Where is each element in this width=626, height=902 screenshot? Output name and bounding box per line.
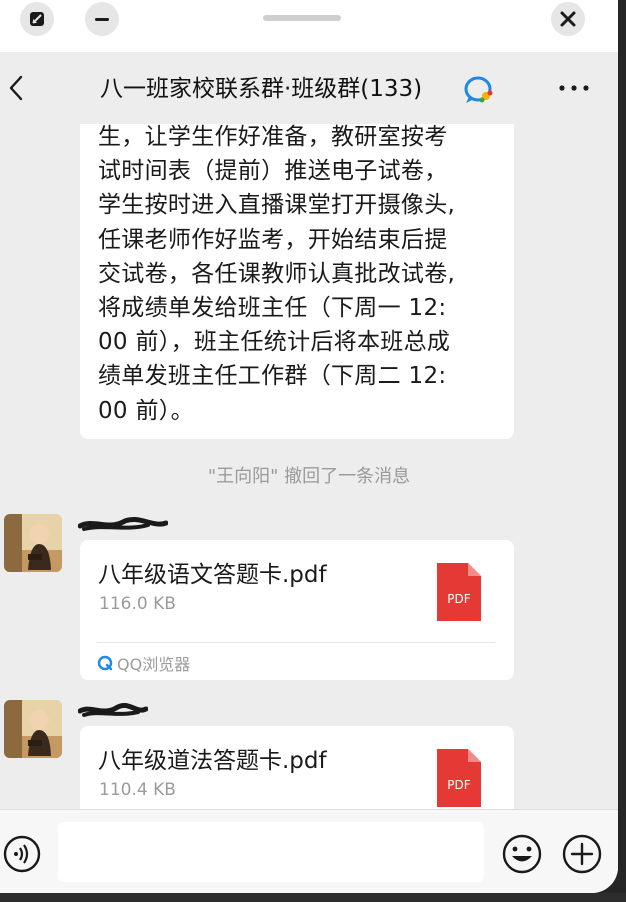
pdf-file-icon: PDF [437, 563, 481, 621]
emoji-icon [502, 834, 542, 874]
message-line: 将成绩单发给班主任（下周一 12: [98, 294, 447, 321]
avatar-image [4, 514, 62, 572]
more-dots-icon [559, 85, 589, 91]
message-line: 00 前），班主任统计后将本班总成 [98, 329, 451, 356]
input-bar [0, 809, 618, 893]
group-chat-icon[interactable] [463, 75, 495, 105]
minimize-button[interactable] [85, 2, 119, 36]
floating-window-icon [30, 12, 44, 26]
chevron-left-icon [9, 75, 23, 101]
drag-handle[interactable] [263, 15, 341, 21]
plus-icon [562, 834, 602, 874]
message-text: 生，让学生作好准备，教研室按考 试时间表（提前）推送电子试卷， 学生按时进入直播课堂… [98, 124, 455, 428]
background-strip [0, 893, 626, 902]
svg-text:PDF: PDF [447, 592, 470, 606]
file-size: 116.0 KB [99, 594, 176, 614]
message-list[interactable]: 生，让学生作好准备，教研室按考 试时间表（提前）推送电子试卷， 学生按时进入直播课堂… [0, 124, 618, 809]
chat-title: 八一班家校联系群·班级群(133) [100, 76, 423, 102]
message-line: 交试卷，各任课教师认真批改试卷, [98, 260, 456, 287]
pdf-file-icon: PDF [437, 749, 481, 807]
message-line: 绩单发班主任工作群（下周二 12: [98, 363, 447, 390]
source-label: QQ浏览器 [117, 655, 191, 674]
voice-icon [3, 835, 41, 873]
floating-window-button[interactable] [20, 2, 54, 36]
message-line: 学生按时进入直播课堂打开摄像头, [98, 192, 456, 219]
file-message-card[interactable]: 八年级道法答题卡.pdf 110.4 KB PDF [80, 726, 514, 809]
message-line: 任课老师作好监考，开始结束后提 [98, 226, 448, 253]
more-button[interactable] [556, 80, 592, 96]
back-button[interactable] [4, 72, 28, 104]
minimize-icon [95, 18, 109, 21]
avatar[interactable] [4, 514, 62, 572]
file-size: 110.4 KB [99, 780, 176, 800]
card-divider [97, 642, 495, 643]
close-button[interactable] [551, 2, 585, 36]
text-message-bubble[interactable]: 生，让学生作好准备，教研室按考 试时间表（提前）推送电子试卷， 学生按时进入直播课堂… [80, 124, 514, 439]
avatar[interactable] [4, 700, 62, 758]
window-control-bar [0, 0, 618, 52]
avatar-image [4, 700, 62, 758]
message-line: 生，让学生作好准备，教研室按考 [98, 124, 448, 150]
emoji-button[interactable] [501, 833, 543, 875]
message-line: 试时间表（提前）推送电子试卷， [98, 158, 448, 185]
file-message-card[interactable]: 八年级语文答题卡.pdf 116.0 KB PDF QQ浏览器 [80, 540, 514, 680]
file-name: 八年级道法答题卡.pdf [98, 748, 327, 774]
svg-text:PDF: PDF [447, 778, 470, 792]
sender-name-redacted [78, 703, 148, 717]
message-line: 00 前）。 [98, 397, 194, 424]
system-message: "王向阳" 撤回了一条消息 [207, 466, 411, 487]
close-icon [560, 11, 576, 27]
file-source: QQ浏览器 [97, 652, 190, 674]
voice-button[interactable] [3, 835, 41, 873]
more-functions-button[interactable] [561, 833, 603, 875]
file-name: 八年级语文答题卡.pdf [98, 562, 327, 588]
chat-window: 八一班家校联系群·班级群(133) 生，让学生作好准备，教研室按考 试时间表（提前… [0, 0, 618, 893]
sender-name-redacted [78, 516, 168, 531]
chat-header: 八一班家校联系群·班级群(133) [0, 52, 618, 124]
qq-browser-icon [97, 655, 113, 671]
message-input[interactable] [58, 822, 484, 882]
qq-chat-icon [464, 76, 493, 103]
